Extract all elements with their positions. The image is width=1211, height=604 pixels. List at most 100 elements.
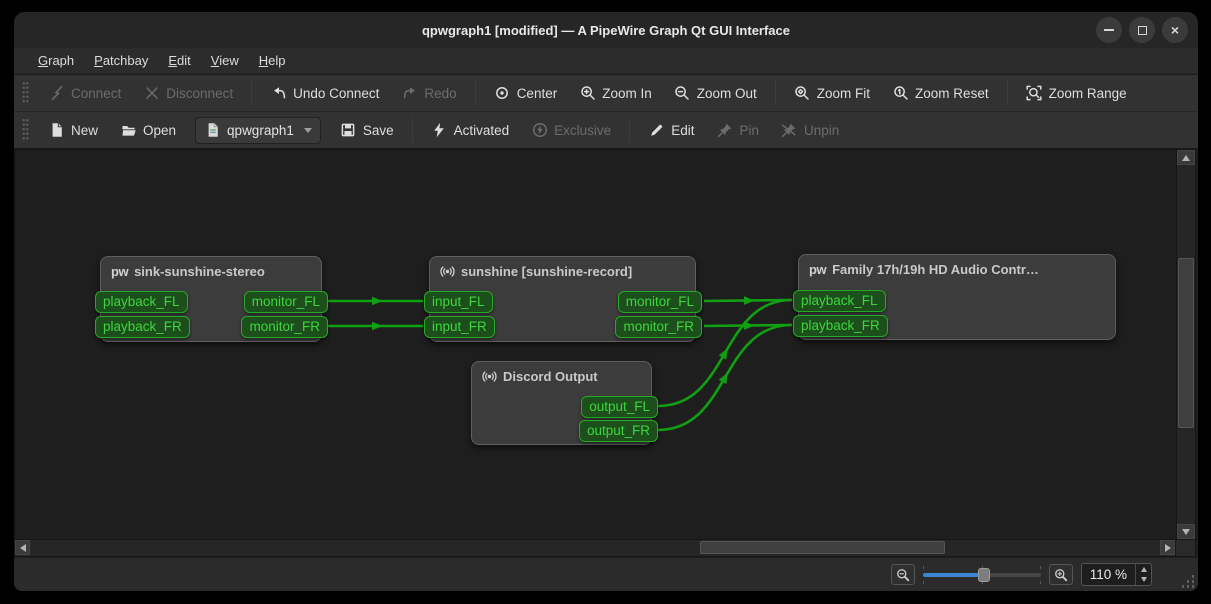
disconnect-icon bbox=[143, 85, 160, 102]
zoom-in-button[interactable]: Zoom In bbox=[570, 81, 661, 106]
unpin-icon bbox=[781, 122, 798, 139]
menu-item-patchbay[interactable]: Patchbay bbox=[84, 50, 158, 71]
menu-bar: Graph Patchbay Edit View Help bbox=[14, 48, 1198, 74]
scroll-left-button[interactable] bbox=[15, 540, 30, 555]
vertical-scroll-track[interactable] bbox=[1177, 165, 1195, 524]
statusbar-zoom-in-button[interactable] bbox=[1049, 564, 1073, 585]
zoom-range-button[interactable]: Zoom Range bbox=[1017, 81, 1136, 106]
toolbar-separator bbox=[251, 81, 252, 105]
horizontal-scroll-track[interactable] bbox=[30, 540, 1160, 556]
toolbar-main: Connect Disconnect Undo Connect Redo Cen… bbox=[14, 74, 1198, 112]
port-playback-fl[interactable]: playback_FL bbox=[793, 290, 886, 312]
menu-item-graph[interactable]: Graph bbox=[28, 50, 84, 71]
open-button[interactable]: Open bbox=[111, 118, 185, 143]
zoom-slider-handle[interactable] bbox=[978, 568, 990, 582]
title-bar[interactable]: qpwgraph1 [modified] — A PipeWire Graph … bbox=[14, 12, 1198, 48]
toolbar-separator bbox=[775, 81, 776, 105]
spin-down-button[interactable] bbox=[1136, 575, 1151, 586]
arrow-up-icon bbox=[1182, 155, 1190, 161]
minimize-button[interactable] bbox=[1096, 17, 1122, 43]
redo-icon bbox=[401, 85, 418, 102]
scrollbar-corner bbox=[1176, 540, 1196, 557]
zoom-slider[interactable] bbox=[923, 566, 1041, 584]
toolbar-drag-handle[interactable] bbox=[22, 81, 29, 105]
zoom-reset-button[interactable]: Zoom Reset bbox=[883, 81, 998, 106]
activated-button[interactable]: Activated bbox=[422, 118, 519, 143]
zoom-out-icon bbox=[674, 85, 691, 102]
zoom-reset-icon bbox=[892, 85, 909, 102]
zoom-out-button[interactable]: Zoom Out bbox=[665, 81, 766, 106]
toolbar-separator bbox=[1007, 81, 1008, 105]
port-output-fr[interactable]: output_FR bbox=[579, 420, 658, 442]
window-title: qpwgraph1 [modified] — A PipeWire Graph … bbox=[422, 23, 790, 38]
close-icon: × bbox=[1171, 23, 1179, 37]
maximize-button[interactable] bbox=[1129, 17, 1155, 43]
patchbay-profile-value: qpwgraph1 bbox=[227, 123, 294, 138]
new-button[interactable]: New bbox=[39, 118, 107, 143]
app-window: qpwgraph1 [modified] — A PipeWire Graph … bbox=[14, 12, 1198, 591]
edit-button[interactable]: Edit bbox=[639, 118, 703, 143]
chevron-down-icon bbox=[304, 128, 312, 133]
zoom-fit-button[interactable]: Zoom Fit bbox=[785, 81, 879, 106]
scroll-right-button[interactable] bbox=[1160, 540, 1175, 555]
vertical-scrollbar[interactable] bbox=[1176, 149, 1196, 540]
patchbay-profile-select[interactable]: qpwgraph1 bbox=[195, 117, 321, 144]
open-folder-icon bbox=[120, 122, 137, 139]
toolbar-patchbay: New Open qpwgraph1 Save Activated Exclus… bbox=[14, 112, 1198, 149]
port-monitor-fr[interactable]: monitor_FR bbox=[241, 316, 328, 338]
center-icon bbox=[494, 85, 511, 102]
arrow-up-icon bbox=[1141, 567, 1147, 572]
toolbar-separator bbox=[629, 118, 630, 142]
toolbar-separator bbox=[412, 118, 413, 142]
toolbar-drag-handle[interactable] bbox=[22, 118, 29, 142]
exclusive-button[interactable]: Exclusive bbox=[522, 118, 620, 143]
spin-up-button[interactable] bbox=[1136, 564, 1151, 575]
pin-icon bbox=[716, 122, 733, 139]
desktop-background: qpwgraph1 [modified] — A PipeWire Graph … bbox=[0, 0, 1211, 604]
arrow-down-icon bbox=[1141, 577, 1147, 582]
save-button[interactable]: Save bbox=[331, 118, 403, 143]
activated-icon bbox=[431, 122, 448, 139]
port-input-fl[interactable]: input_FL bbox=[424, 291, 493, 313]
port-monitor-fr[interactable]: monitor_FR bbox=[615, 316, 702, 338]
status-bar: 110 % bbox=[14, 557, 1198, 591]
pin-button[interactable]: Pin bbox=[707, 118, 768, 143]
zoom-spinbox[interactable]: 110 % bbox=[1081, 563, 1152, 586]
vertical-scroll-thumb[interactable] bbox=[1178, 258, 1194, 428]
connect-icon bbox=[48, 85, 65, 102]
statusbar-zoom-out-button[interactable] bbox=[891, 564, 915, 585]
port-monitor-fl[interactable]: monitor_FL bbox=[244, 291, 328, 313]
port-input-fr[interactable]: input_FR bbox=[424, 316, 495, 338]
close-button[interactable]: × bbox=[1162, 17, 1188, 43]
scroll-up-button[interactable] bbox=[1177, 150, 1195, 165]
undo-connect-button[interactable]: Undo Connect bbox=[261, 81, 388, 106]
zoom-out-icon bbox=[896, 568, 910, 582]
new-file-icon bbox=[48, 122, 65, 139]
graph-canvas[interactable]: pw sink-sunshine-stereo playback_FL play… bbox=[14, 149, 1176, 540]
resize-grip[interactable] bbox=[1180, 575, 1194, 588]
scroll-down-button[interactable] bbox=[1177, 524, 1195, 539]
graph-view: pw sink-sunshine-stereo playback_FL play… bbox=[14, 149, 1198, 557]
redo-button[interactable]: Redo bbox=[392, 81, 465, 106]
undo-icon bbox=[270, 85, 287, 102]
zoom-value: 110 % bbox=[1082, 567, 1135, 582]
port-playback-fr[interactable]: playback_FR bbox=[793, 315, 888, 337]
disconnect-button[interactable]: Disconnect bbox=[134, 81, 242, 106]
save-icon bbox=[340, 122, 357, 139]
port-monitor-fl[interactable]: monitor_FL bbox=[618, 291, 702, 313]
window-controls: × bbox=[1096, 12, 1188, 48]
port-output-fl[interactable]: output_FL bbox=[581, 396, 658, 418]
menu-item-help[interactable]: Help bbox=[249, 50, 296, 71]
port-playback-fr[interactable]: playback_FR bbox=[95, 316, 190, 338]
zoom-in-icon bbox=[579, 85, 596, 102]
horizontal-scrollbar[interactable] bbox=[14, 540, 1176, 557]
toolbar-separator bbox=[475, 81, 476, 105]
horizontal-scroll-thumb[interactable] bbox=[700, 541, 945, 554]
port-playback-fl[interactable]: playback_FL bbox=[95, 291, 188, 313]
menu-item-view[interactable]: View bbox=[201, 50, 249, 71]
unpin-button[interactable]: Unpin bbox=[772, 118, 848, 143]
menu-item-edit[interactable]: Edit bbox=[158, 50, 200, 71]
zoom-slider-fill bbox=[923, 573, 984, 577]
connect-button[interactable]: Connect bbox=[39, 81, 130, 106]
center-button[interactable]: Center bbox=[485, 81, 567, 106]
